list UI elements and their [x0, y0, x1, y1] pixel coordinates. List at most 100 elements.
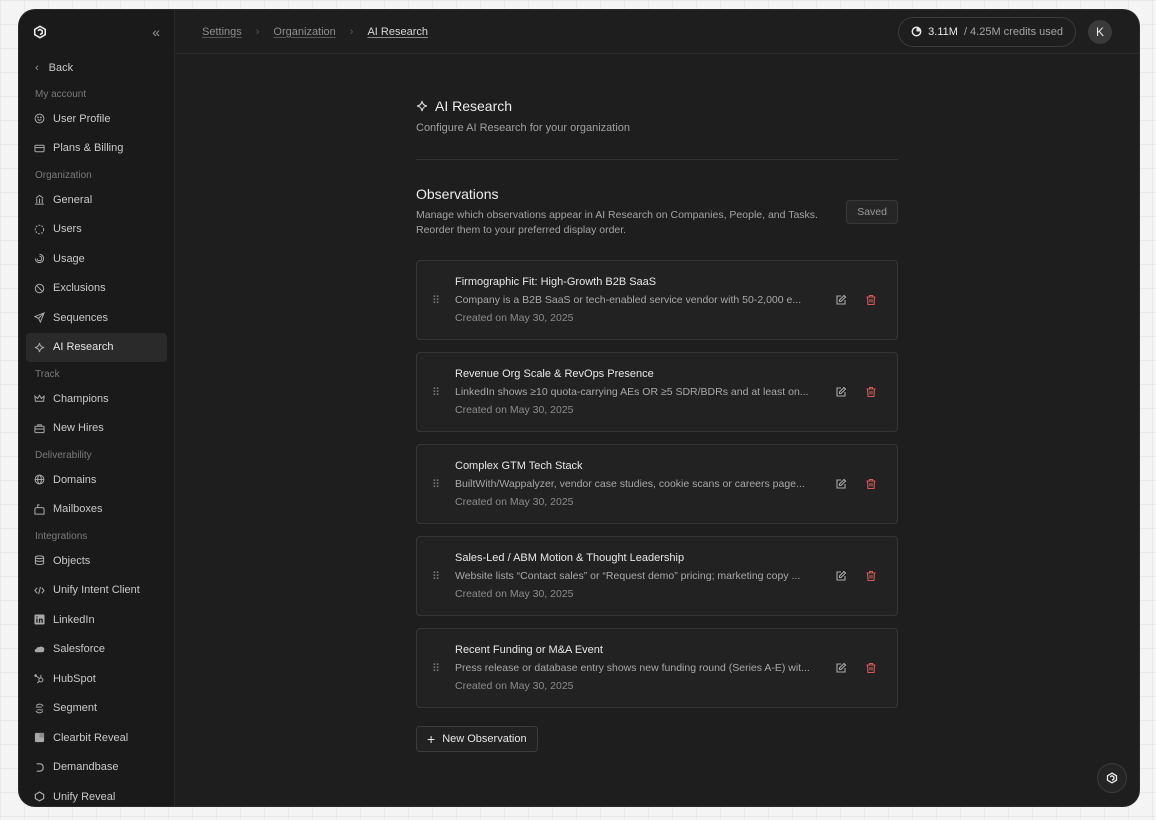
avatar[interactable]: K: [1088, 19, 1112, 44]
sidebar: « ‹ Back My account User Profile Plans & B…: [19, 10, 175, 806]
edit-icon[interactable]: [835, 294, 847, 306]
sidebar-item-label: HubSpot: [53, 672, 96, 685]
breadcrumb-settings[interactable]: Settings: [202, 26, 242, 38]
send-icon: [34, 312, 45, 324]
sidebar-item-label: Objects: [53, 554, 91, 567]
usage-gauge-icon: [911, 26, 922, 37]
observation-card[interactable]: ⠿ Firmographic Fit: High-Growth B2B SaaS…: [416, 260, 898, 340]
sidebar-item-hubspot[interactable]: HubSpot: [26, 664, 167, 694]
sidebar-item-plans-billing[interactable]: Plans & Billing: [26, 134, 167, 164]
breadcrumb-organization[interactable]: Organization: [273, 26, 335, 38]
sidebar-item-user-profile[interactable]: User Profile: [26, 104, 167, 134]
card-icon: [34, 143, 45, 154]
settings-content: AI Research Configure AI Research for yo…: [416, 98, 898, 752]
globe-icon: [34, 474, 45, 485]
help-launcher-button[interactable]: [1097, 763, 1127, 793]
sidebar-item-clearbit-reveal[interactable]: Clearbit Reveal: [26, 723, 167, 753]
observation-card[interactable]: ⠿ Revenue Org Scale & RevOps Presence Li…: [416, 352, 898, 432]
drag-handle-icon[interactable]: ⠿: [417, 662, 455, 675]
drag-handle-icon[interactable]: ⠿: [417, 570, 455, 583]
sidebar-item-label: LinkedIn: [53, 613, 95, 626]
trash-icon[interactable]: [865, 570, 877, 582]
sidebar-item-usage[interactable]: Usage: [26, 244, 167, 274]
drag-handle-icon[interactable]: ⠿: [417, 386, 455, 399]
observations-description: Manage which observations appear in AI R…: [416, 209, 818, 236]
observation-actions: [823, 662, 897, 674]
credits-usage-pill[interactable]: 3.11M / 4.25M credits used: [898, 16, 1076, 47]
sidebar-section-label: Track: [35, 369, 60, 380]
sidebar-item-segment[interactable]: Segment: [26, 694, 167, 724]
trash-icon[interactable]: [865, 294, 877, 306]
code-icon: [34, 585, 45, 596]
drag-handle-icon[interactable]: ⠿: [417, 478, 455, 491]
sidebar-item-unify-intent-client[interactable]: Unify Intent Client: [26, 576, 167, 606]
sidebar-item-label: Sequences: [53, 311, 109, 324]
chevron-left-icon: ‹: [35, 62, 39, 74]
divider: [416, 159, 898, 160]
observation-list: ⠿ Firmographic Fit: High-Growth B2B SaaS…: [416, 260, 898, 708]
breadcrumb-ai-research[interactable]: AI Research: [367, 26, 428, 38]
briefcase-icon: [34, 423, 45, 434]
observation-date: Created on May 30, 2025: [455, 312, 574, 324]
sidebar-item-label: User Profile: [53, 112, 111, 125]
edit-icon[interactable]: [835, 662, 847, 674]
drag-handle-icon[interactable]: ⠿: [417, 294, 455, 307]
observation-title: Complex GTM Tech Stack: [455, 460, 583, 472]
sidebar-item-salesforce[interactable]: Salesforce: [26, 635, 167, 665]
sparkle-icon: [416, 100, 428, 112]
sidebar-section-label: Deliverability: [35, 450, 92, 461]
sidebar-item-general[interactable]: General: [26, 185, 167, 215]
observation-actions: [823, 478, 897, 490]
sidebar-item-users[interactable]: Users: [26, 215, 167, 245]
edit-icon[interactable]: [835, 478, 847, 490]
sidebar-item-ai-research[interactable]: AI Research: [26, 332, 167, 362]
observation-text: Company is a B2B SaaS or tech-enabled se…: [455, 294, 802, 306]
observation-body: Complex GTM Tech Stack BuiltWith/Wappaly…: [455, 460, 823, 508]
sidebar-item-label: Usage: [53, 252, 85, 265]
hubspot-icon: [34, 673, 45, 684]
sidebar-item-objects[interactable]: Objects: [26, 546, 167, 576]
sidebar-item-new-hires[interactable]: New Hires: [26, 414, 167, 444]
trash-icon[interactable]: [865, 662, 877, 674]
sidebar-item-label: Unify Intent Client: [53, 584, 140, 597]
sidebar-item-linkedin[interactable]: LinkedIn: [26, 605, 167, 635]
plus-icon: +: [427, 731, 436, 747]
observation-card[interactable]: ⠿ Complex GTM Tech Stack BuiltWith/Wappa…: [416, 444, 898, 524]
sidebar-item-exclusions[interactable]: Exclusions: [26, 274, 167, 304]
observation-date: Created on May 30, 2025: [455, 588, 574, 600]
trash-icon[interactable]: [865, 478, 877, 490]
credits-used: 3.11M: [928, 25, 958, 38]
edit-icon[interactable]: [835, 386, 847, 398]
observation-text: BuiltWith/Wappalyzer, vendor case studie…: [455, 478, 805, 490]
saved-button[interactable]: Saved: [846, 200, 898, 224]
mailbox-icon: [34, 504, 45, 515]
sidebar-item-mailboxes[interactable]: Mailboxes: [26, 495, 167, 525]
page-title-text: AI Research: [435, 98, 513, 114]
sidebar-item-demandbase[interactable]: Demandbase: [26, 753, 167, 783]
breadcrumb: Settings › Organization › AI Research: [202, 26, 428, 38]
observations-header: Observations Manage which observations a…: [416, 186, 898, 238]
observation-actions: [823, 294, 897, 306]
sidebar-item-sequences[interactable]: Sequences: [26, 303, 167, 333]
back-link[interactable]: ‹ Back: [19, 54, 174, 82]
sidebar-item-label: Demandbase: [53, 761, 119, 774]
sidebar-item-unify-reveal[interactable]: Unify Reveal: [26, 782, 167, 806]
sidebar-item-domains[interactable]: Domains: [26, 465, 167, 495]
sidebar-item-label: AI Research: [53, 341, 114, 354]
sidebar-item-champions[interactable]: Champions: [26, 384, 167, 414]
observation-title: Sales-Led / ABM Motion & Thought Leaders…: [455, 552, 685, 564]
unify-logo-icon: [33, 25, 47, 39]
observation-card[interactable]: ⠿ Sales-Led / ABM Motion & Thought Leade…: [416, 536, 898, 616]
sidebar-item-label: Clearbit Reveal: [53, 731, 129, 744]
ban-icon: [34, 283, 45, 294]
observation-date: Created on May 30, 2025: [455, 496, 574, 508]
sidebar-item-label: Unify Reveal: [53, 790, 116, 803]
topbar: Settings › Organization › AI Research 3.…: [175, 10, 1139, 54]
sparkle-icon: [34, 342, 45, 353]
observation-body: Revenue Org Scale & RevOps Presence Link…: [455, 368, 823, 416]
observation-card[interactable]: ⠿ Recent Funding or M&A Event Press rele…: [416, 628, 898, 708]
edit-icon[interactable]: [835, 570, 847, 582]
collapse-sidebar-icon[interactable]: «: [152, 24, 160, 40]
new-observation-button[interactable]: + New Observation: [416, 726, 538, 752]
trash-icon[interactable]: [865, 386, 877, 398]
